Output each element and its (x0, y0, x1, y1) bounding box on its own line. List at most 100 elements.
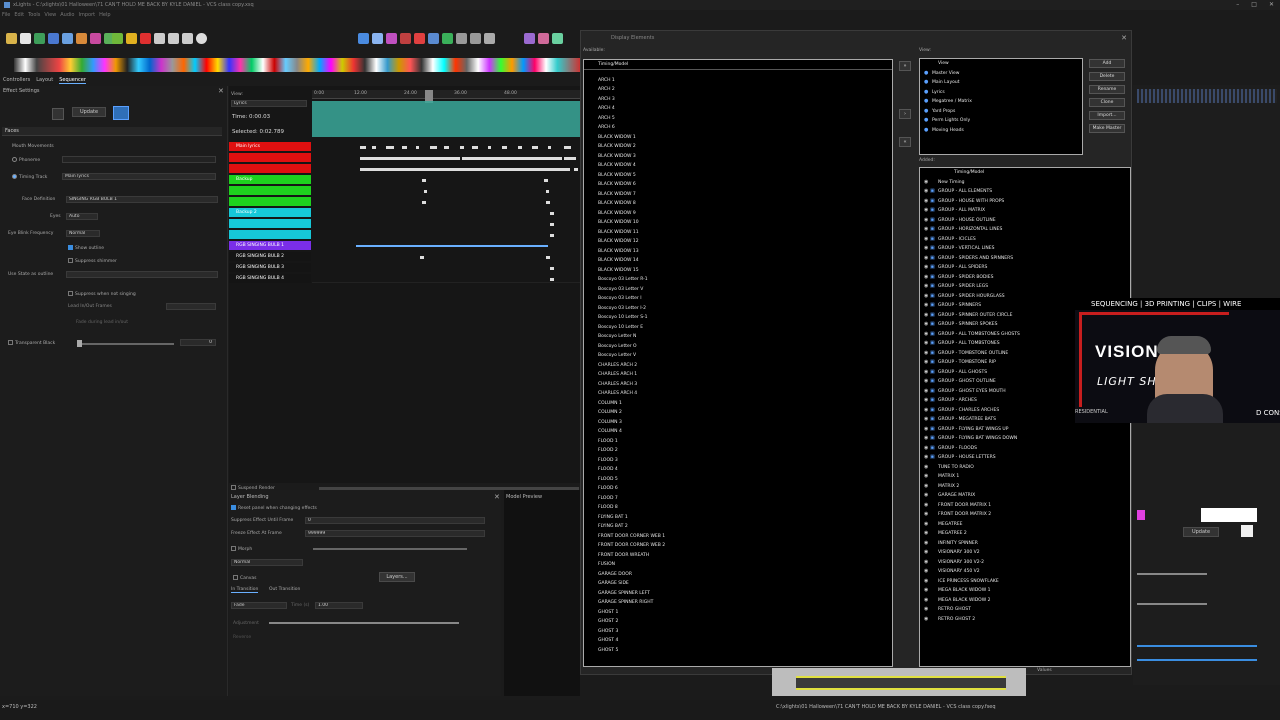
available-item[interactable]: GHOST 5 (598, 646, 892, 656)
effect-block[interactable] (550, 234, 554, 237)
audio-waveform[interactable] (312, 101, 580, 137)
added-item[interactable]: ◉ MEGATREE (924, 520, 1130, 530)
value-slider-1[interactable] (1137, 573, 1207, 575)
panel-close-icon[interactable]: ✕ (218, 87, 224, 95)
effect-block[interactable] (574, 168, 578, 171)
new-file-icon[interactable] (20, 32, 31, 44)
view-item[interactable]: ● Master View (924, 69, 1082, 79)
view-item[interactable]: ● Perm Lights Only (924, 116, 1082, 126)
effect-block[interactable] (550, 212, 554, 215)
visibility-eye-icon[interactable]: ◉ (924, 501, 930, 511)
available-item[interactable]: COLUMN 4 (598, 427, 892, 437)
added-item[interactable]: ◉ ▣ GROUP - VERTICAL LINES (924, 244, 1130, 254)
in-transition-tab[interactable]: In Transition (231, 587, 259, 593)
available-item[interactable]: FRONT DOOR CORNER WEB 1 (598, 532, 892, 542)
effect-block[interactable] (422, 179, 426, 182)
available-item[interactable]: CHARLES ARCH 3 (598, 380, 892, 390)
view-action-button[interactable]: Delete (1089, 72, 1125, 81)
visibility-eye-icon[interactable]: ◉ (924, 178, 930, 188)
group-icon[interactable] (442, 32, 453, 44)
effect-block[interactable] (360, 146, 366, 149)
color-icon[interactable] (400, 32, 411, 44)
save-icon[interactable] (48, 32, 59, 44)
timing-track-radio[interactable] (12, 174, 17, 179)
effect-block[interactable] (360, 168, 570, 171)
available-item[interactable]: BLACK WIDOW 14 (598, 256, 892, 266)
view-action-button[interactable]: Clone (1089, 98, 1125, 107)
menu-edit[interactable]: Edit (14, 12, 24, 18)
folder-icon[interactable] (6, 32, 17, 44)
added-item[interactable]: ◉ MEGA BLACK WIDOW 2 (924, 596, 1130, 606)
view-item[interactable]: ● Moving Heads (924, 126, 1082, 136)
available-item[interactable]: FLOOD 8 (598, 503, 892, 513)
transparent-black-value[interactable]: 0 (180, 339, 216, 346)
added-item[interactable]: ◉ ▣ GROUP - SPIDER BODIES (924, 273, 1130, 283)
available-item[interactable]: Boscoyo Letter V (598, 351, 892, 361)
available-item[interactable]: FLOOD 7 (598, 494, 892, 504)
value-slider-4[interactable] (1137, 659, 1257, 661)
color-box[interactable] (1241, 525, 1253, 537)
visibility-eye-icon[interactable]: ◉ (924, 558, 930, 568)
visibility-eye-icon[interactable]: ◉ (924, 520, 930, 530)
available-item[interactable]: BLACK WIDOW 8 (598, 199, 892, 209)
available-item[interactable]: Boscoyo Letter O (598, 342, 892, 352)
available-item[interactable]: BLACK WIDOW 2 (598, 142, 892, 152)
row-header[interactable]: Backup 2 (229, 208, 311, 217)
available-item[interactable]: BLACK WIDOW 1 (598, 133, 892, 143)
added-item[interactable]: ◉ ▣ GROUP - FLOODS (924, 444, 1130, 454)
added-item[interactable]: ◉ ▣ GROUP - SPIDERS AND SPINNERS (924, 254, 1130, 264)
rewind-icon[interactable] (154, 32, 165, 44)
effect-block[interactable] (422, 201, 426, 204)
triangle-icon[interactable] (414, 32, 425, 44)
bars-icon[interactable] (372, 32, 383, 44)
visibility-eye-icon[interactable]: ◉ (924, 472, 930, 482)
available-item[interactable]: BLACK WIDOW 5 (598, 171, 892, 181)
eye-icon[interactable] (524, 32, 535, 44)
transparent-black-slider[interactable] (78, 343, 174, 345)
update-button[interactable]: Update (72, 107, 106, 117)
available-item[interactable]: Boscoyo 03 Letter R-1 (598, 275, 892, 285)
menu-tools[interactable]: Tools (28, 12, 40, 18)
added-item[interactable]: ◉ MATRIX 1 (924, 472, 1130, 482)
visibility-eye-icon[interactable]: ◉ (924, 548, 930, 558)
added-item[interactable]: ◉ MEGATREE 2 (924, 529, 1130, 539)
remove-arrow-icon[interactable]: « (899, 137, 911, 147)
added-item[interactable]: ◉ ▣ GROUP - ALL MATRIX (924, 206, 1130, 216)
lock-icon[interactable] (90, 32, 101, 44)
row-header[interactable] (229, 153, 311, 162)
added-item[interactable]: ◉ ▣ GROUP - HORIZONTAL LINES (924, 225, 1130, 235)
pen-icon[interactable] (470, 32, 481, 44)
added-item[interactable]: ◉ RETRO GHOST 2 (924, 615, 1130, 625)
lead-in-out-field[interactable] (166, 303, 216, 310)
available-item[interactable]: GARAGE SPINNER RIGHT (598, 598, 892, 608)
blend-mode-select[interactable]: Normal (231, 559, 303, 566)
available-item[interactable]: BLACK WIDOW 9 (598, 209, 892, 219)
timing-track-select[interactable]: Main lyrics (62, 173, 216, 180)
lock-effect-icon[interactable] (52, 108, 64, 120)
added-item[interactable]: ◉ INFINITY SPINNER (924, 539, 1130, 549)
suppress-shimmer-checkbox[interactable] (68, 258, 73, 263)
effect-block[interactable] (564, 146, 571, 149)
freeze-effect-field[interactable]: 999999 (305, 530, 485, 537)
tab-layout[interactable]: Layout (36, 77, 53, 83)
effect-block[interactable] (548, 146, 551, 149)
effect-block[interactable] (420, 256, 424, 259)
view-action-button[interactable]: Make Master (1089, 124, 1125, 133)
zoom-icon[interactable] (358, 32, 369, 44)
available-item[interactable]: BLACK WIDOW 10 (598, 218, 892, 228)
effect-block[interactable] (462, 157, 562, 160)
play-icon[interactable] (112, 32, 123, 44)
menu-view[interactable]: View (44, 12, 56, 18)
effect-block[interactable] (402, 146, 407, 149)
effect-block[interactable] (360, 157, 460, 160)
render-icon[interactable] (76, 32, 87, 44)
effect-block[interactable] (430, 146, 437, 149)
effect-block[interactable] (546, 190, 549, 193)
morph-checkbox[interactable] (231, 546, 236, 551)
available-item[interactable]: GHOST 2 (598, 617, 892, 627)
row-header[interactable] (229, 164, 311, 173)
effect-block[interactable] (356, 245, 548, 247)
available-item[interactable]: BLACK WIDOW 13 (598, 247, 892, 257)
available-item[interactable]: FLOOD 3 (598, 456, 892, 466)
visibility-eye-icon[interactable]: ◉ (924, 529, 930, 539)
